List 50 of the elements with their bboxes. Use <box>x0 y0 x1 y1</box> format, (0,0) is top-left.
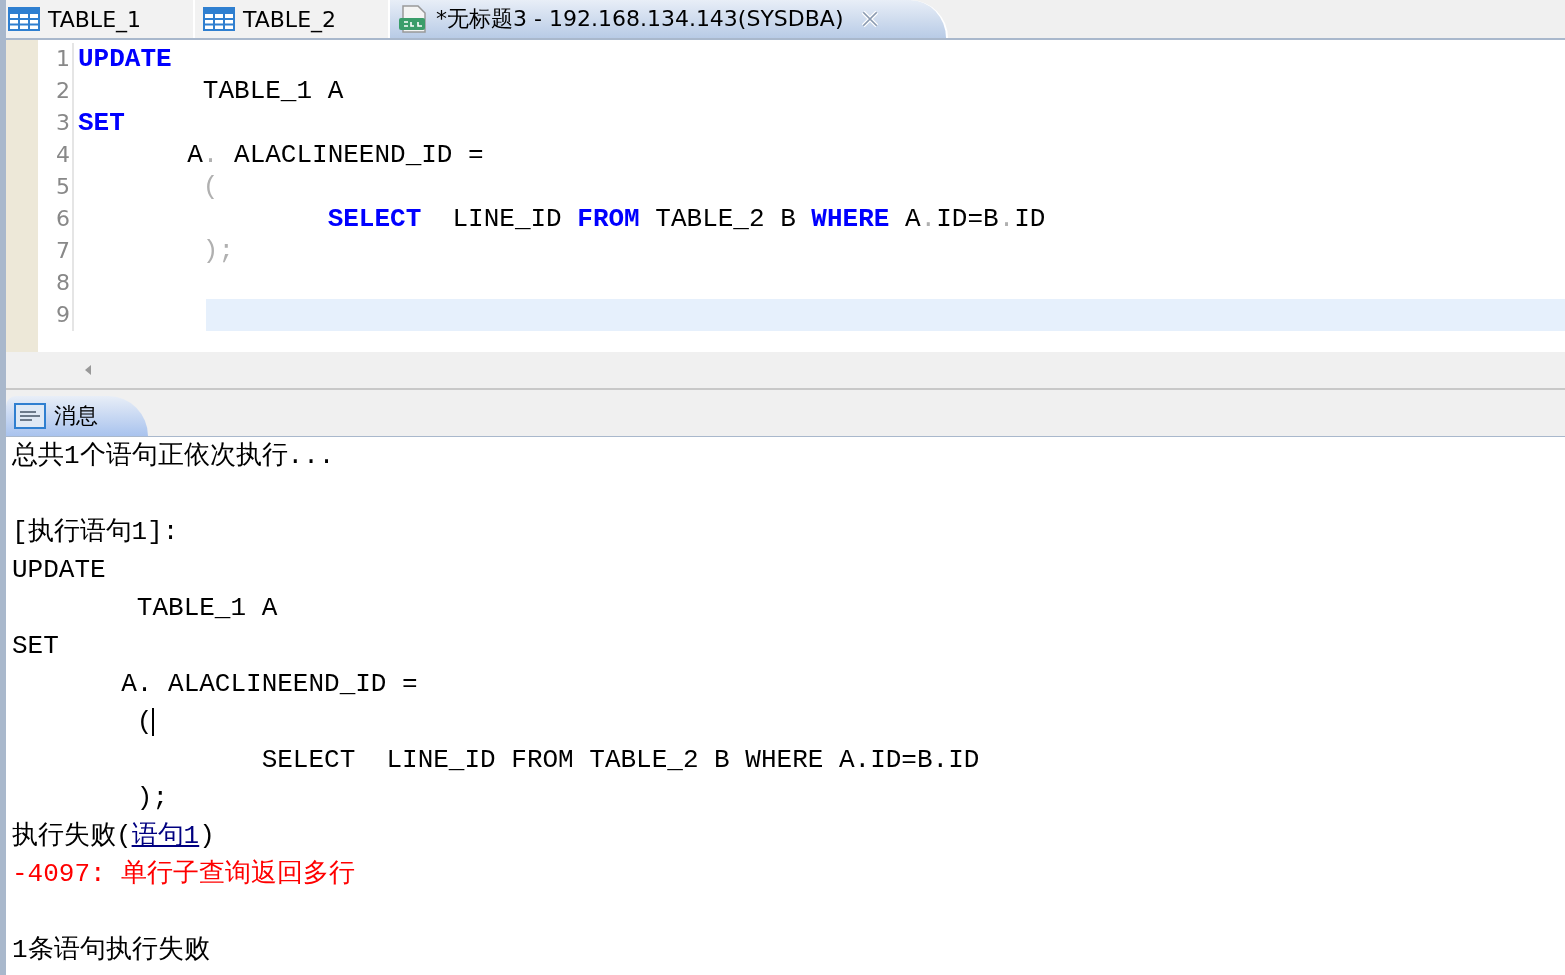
message-text: 1条语句执行失败 <box>12 934 210 966</box>
close-icon[interactable] <box>861 10 880 28</box>
failure-message: 执行失败(语句1) <box>12 820 215 852</box>
code-token: WHERE <box>811 204 890 234</box>
code-token: SET <box>78 108 125 138</box>
table-icon <box>8 7 40 31</box>
message-list-icon <box>14 403 46 429</box>
code-token: LINE_ID <box>451 204 563 234</box>
table-icon <box>203 7 235 31</box>
code-token: A <box>186 140 203 170</box>
horizontal-scrollbar[interactable] <box>6 352 1565 390</box>
line-number: 4 <box>38 139 74 171</box>
line-number: 7 <box>38 235 74 267</box>
line-number: 9 <box>38 299 74 331</box>
code-token: ( <box>201 172 219 202</box>
line-number: 2 <box>38 75 74 107</box>
code-token: ); <box>201 236 235 266</box>
message-text: A. ALACLINEEND_ID = <box>120 668 418 700</box>
code-token: ID=B <box>936 204 999 234</box>
sql-file-icon <box>398 5 428 33</box>
code-token: . <box>998 204 1015 234</box>
message-text: SET <box>12 630 59 662</box>
code-token: . <box>920 204 937 234</box>
message-text: TABLE_1 A <box>135 592 278 624</box>
message-text: UPDATE <box>12 554 106 586</box>
editor-tab[interactable]: *无标题3 - 192.168.134.143(SYSDBA) <box>390 0 948 38</box>
code-token: A <box>903 204 921 234</box>
line-number: 1 <box>38 43 74 75</box>
line-number: 5 <box>38 171 74 203</box>
code-token: TABLE_2 B <box>654 204 797 234</box>
code-token: . <box>202 140 219 170</box>
code-token: FROM <box>577 204 640 234</box>
code-token: ALACLINEEND_ID = <box>233 140 484 170</box>
statement-link[interactable]: 语句1 <box>131 821 200 851</box>
message-text: ( <box>135 706 155 738</box>
code-token: TABLE_1 A <box>201 76 344 106</box>
line-number: 6 <box>38 203 74 235</box>
message-text: ); <box>135 782 169 814</box>
message-text: SELECT LINE_ID FROM TABLE_2 B WHERE A.ID=B.ID <box>260 744 980 776</box>
scroll-left-icon[interactable] <box>84 364 92 376</box>
messages-tab[interactable]: 消息 <box>6 396 148 436</box>
message-text: 总共1个语句正依次执行... <box>12 440 335 472</box>
code-token: SELECT <box>326 204 422 234</box>
error-message: -4097: 单行子查询返回多行 <box>12 858 356 890</box>
line-number: 8 <box>38 267 74 299</box>
message-text: [执行语句1]: <box>12 516 179 548</box>
code-token: UPDATE <box>78 44 172 74</box>
line-number: 3 <box>38 107 74 139</box>
code-token: ID <box>1014 204 1046 234</box>
editor-tab[interactable]: TABLE_1 <box>6 0 195 38</box>
